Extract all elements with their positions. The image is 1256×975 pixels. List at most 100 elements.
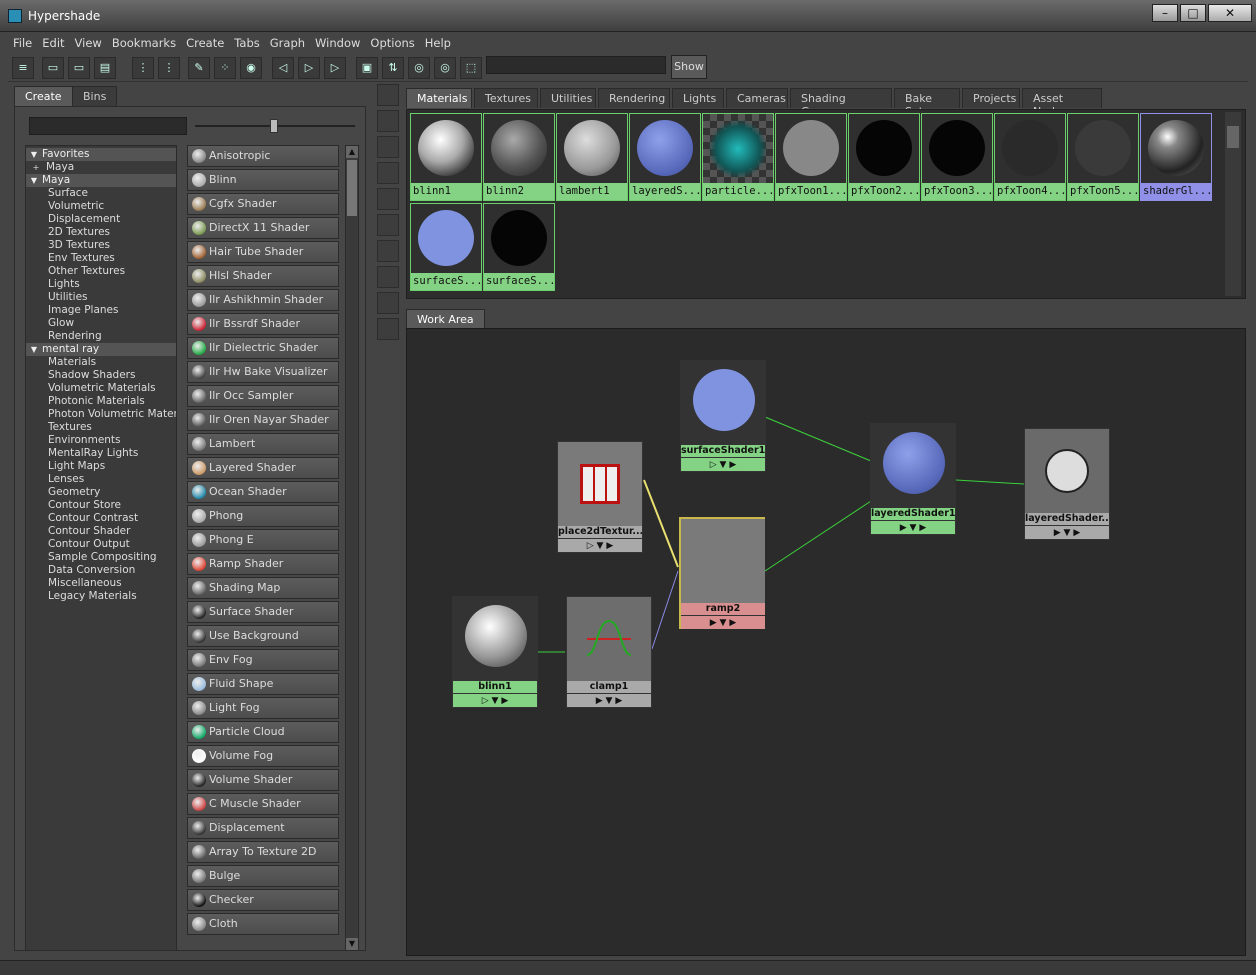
tree-item[interactable]: Image Planes: [26, 304, 176, 317]
create-node-button[interactable]: Ilr Ashikhmin Shader: [187, 289, 339, 311]
render-icon[interactable]: ◉: [240, 57, 262, 79]
tab-rendering[interactable]: Rendering: [598, 88, 670, 108]
create-node-button[interactable]: Array To Texture 2D: [187, 841, 339, 863]
graph-node[interactable]: ramp2 ▶ ▼ ▶: [679, 517, 765, 629]
tree-item[interactable]: Legacy Materials: [26, 590, 176, 603]
close-button[interactable]: ✕: [1208, 4, 1252, 22]
material-swatch[interactable]: pfxToon5...: [1067, 113, 1139, 201]
material-swatch[interactable]: shaderGl...: [1140, 113, 1212, 201]
create-node-button[interactable]: C Muscle Shader: [187, 793, 339, 815]
tree-item[interactable]: Miscellaneous: [26, 577, 176, 590]
clear-graph-icon[interactable]: ✎: [188, 57, 210, 79]
side-tool-icon[interactable]: [377, 266, 399, 288]
tree-item[interactable]: Geometry: [26, 486, 176, 499]
tab-utilities[interactable]: Utilities: [540, 88, 596, 108]
node-expand-bar[interactable]: ▶ ▼ ▶: [681, 615, 765, 629]
node-expand-bar[interactable]: ▶ ▼ ▶: [871, 520, 955, 534]
node-expand-bar[interactable]: ▷ ▼ ▶: [681, 457, 765, 471]
graph-output-icon[interactable]: ⋮: [158, 57, 180, 79]
tab-cameras[interactable]: Cameras: [726, 88, 788, 108]
tree-item[interactable]: Glow: [26, 317, 176, 330]
filter-input[interactable]: [29, 117, 187, 135]
scroll-thumb[interactable]: [347, 160, 357, 216]
create-node-button[interactable]: Particle Cloud: [187, 721, 339, 743]
material-swatch[interactable]: particle...: [702, 113, 774, 201]
show-button[interactable]: Show: [671, 55, 707, 79]
material-swatch[interactable]: pfxToon2...: [848, 113, 920, 201]
frame-icon[interactable]: ◎: [434, 57, 456, 79]
tree-item[interactable]: ▼ mental ray: [26, 343, 176, 356]
side-tool-icon[interactable]: [377, 110, 399, 132]
tab-bins[interactable]: Bins: [72, 86, 118, 106]
side-tool-icon[interactable]: [377, 136, 399, 158]
tab-textures[interactable]: Textures: [474, 88, 538, 108]
menu-tabs[interactable]: Tabs: [229, 34, 264, 52]
create-node-button[interactable]: Ilr Occ Sampler: [187, 385, 339, 407]
graph-node[interactable]: blinn1 ▷ ▼ ▶: [452, 596, 538, 708]
create-node-button[interactable]: Ilr Hw Bake Visualizer: [187, 361, 339, 383]
step-forward-icon[interactable]: ▷: [324, 57, 346, 79]
menu-create[interactable]: Create: [181, 34, 229, 52]
tree-item[interactable]: Materials: [26, 356, 176, 369]
create-node-button[interactable]: Light Fog: [187, 697, 339, 719]
side-tool-icon[interactable]: [377, 188, 399, 210]
create-node-button[interactable]: Blinn: [187, 169, 339, 191]
material-swatch[interactable]: surfaceS...: [410, 203, 482, 291]
node-expand-bar[interactable]: ▶ ▼ ▶: [567, 693, 651, 707]
tab-shading-groups[interactable]: Shading Groups: [790, 88, 892, 118]
minimize-button[interactable]: –: [1152, 4, 1178, 22]
tab-materials[interactable]: Materials: [406, 88, 472, 108]
tree-item[interactable]: 2D Textures: [26, 226, 176, 239]
tree-item[interactable]: Lights: [26, 278, 176, 291]
tree-item[interactable]: Textures: [26, 421, 176, 434]
tree-item[interactable]: + Maya: [26, 161, 176, 174]
scroll-up-icon[interactable]: ▲: [346, 146, 358, 158]
tree-item[interactable]: Data Conversion: [26, 564, 176, 577]
create-node-button[interactable]: Bulge: [187, 865, 339, 887]
scroll-down-icon[interactable]: ▼: [346, 938, 358, 950]
material-swatch[interactable]: layeredS...: [629, 113, 701, 201]
tree-item[interactable]: Volumetric: [26, 200, 176, 213]
tree-item[interactable]: Photon Volumetric Materi...: [26, 408, 176, 421]
graph-node[interactable]: layeredShader... ▶ ▼ ▶: [1024, 428, 1110, 540]
material-swatch[interactable]: surfaceS...: [483, 203, 555, 291]
play-icon[interactable]: ▷: [298, 57, 320, 79]
tree-item[interactable]: Other Textures: [26, 265, 176, 278]
material-swatch[interactable]: blinn1: [410, 113, 482, 201]
tree-item[interactable]: Sample Compositing: [26, 551, 176, 564]
create-node-button[interactable]: Hlsl Shader: [187, 265, 339, 287]
expand-triangle-icon[interactable]: ▼: [26, 174, 42, 187]
create-node-button[interactable]: Ilr Dielectric Shader: [187, 337, 339, 359]
create-node-button[interactable]: Shading Map: [187, 577, 339, 599]
create-node-button[interactable]: Ramp Shader: [187, 553, 339, 575]
tree-item[interactable]: Contour Contrast: [26, 512, 176, 525]
tree-item[interactable]: Volumetric Materials: [26, 382, 176, 395]
menu-bookmarks[interactable]: Bookmarks: [107, 34, 181, 52]
material-swatch[interactable]: blinn2: [483, 113, 555, 201]
layout-bottom-icon[interactable]: ▭: [68, 57, 90, 79]
create-node-button[interactable]: Fluid Shape: [187, 673, 339, 695]
select-icon[interactable]: ◎: [408, 57, 430, 79]
material-swatch[interactable]: pfxToon1...: [775, 113, 847, 201]
side-tool-icon[interactable]: [377, 84, 399, 106]
graph-input-icon[interactable]: ⋮: [132, 57, 154, 79]
tree-item[interactable]: Environments: [26, 434, 176, 447]
list-icon[interactable]: ≡: [12, 57, 34, 79]
create-node-button[interactable]: Phong: [187, 505, 339, 527]
swatch-scrollbar[interactable]: [1225, 112, 1241, 296]
create-node-button[interactable]: Ocean Shader: [187, 481, 339, 503]
tab-work-area[interactable]: Work Area: [406, 309, 485, 329]
menu-edit[interactable]: Edit: [37, 34, 69, 52]
tree-item[interactable]: 3D Textures: [26, 239, 176, 252]
menu-view[interactable]: View: [70, 34, 107, 52]
node-expand-bar[interactable]: ▶ ▼ ▶: [1025, 525, 1109, 539]
graph-node[interactable]: place2dTextur... ▷ ▼ ▶: [557, 441, 643, 553]
tree-item[interactable]: Rendering: [26, 330, 176, 343]
create-node-button[interactable]: Checker: [187, 889, 339, 911]
tree-item[interactable]: Surface: [26, 187, 176, 200]
tree-item[interactable]: Light Maps: [26, 460, 176, 473]
slider-thumb[interactable]: [270, 119, 278, 133]
tree-item[interactable]: Contour Shader: [26, 525, 176, 538]
create-node-button[interactable]: Volume Fog: [187, 745, 339, 767]
tree-item[interactable]: Displacement: [26, 213, 176, 226]
